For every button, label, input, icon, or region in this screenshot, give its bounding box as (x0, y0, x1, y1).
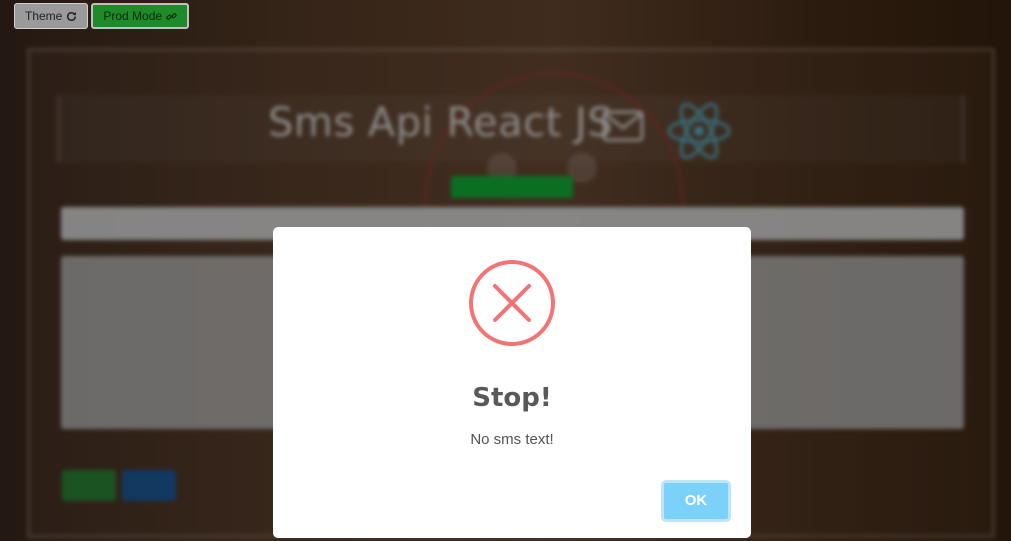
theme-button[interactable]: Theme (14, 3, 89, 29)
ok-button[interactable]: OK (661, 480, 731, 522)
dialog-message: No sms text! (470, 431, 554, 448)
theme-button-label: Theme (25, 9, 63, 23)
prod-mode-button-label: Prod Mode (103, 9, 163, 23)
error-dialog: Stop! No sms text! OK (273, 227, 751, 538)
error-x-icon (469, 260, 555, 346)
prod-mode-button[interactable]: Prod Mode (91, 3, 190, 29)
top-toolbar: Theme Prod Mode (14, 3, 190, 29)
link-icon (166, 12, 177, 20)
refresh-icon (67, 11, 77, 21)
dialog-title: Stop! (472, 383, 552, 413)
